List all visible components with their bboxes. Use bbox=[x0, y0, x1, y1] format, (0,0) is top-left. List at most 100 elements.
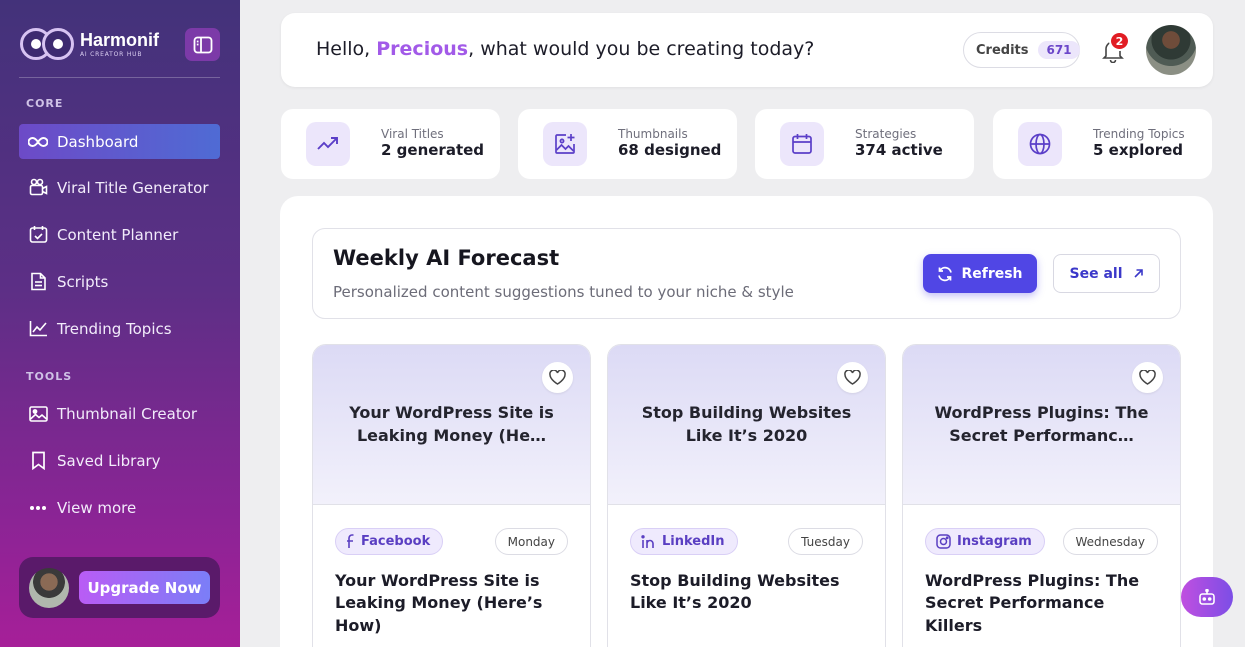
credits-label: Credits bbox=[976, 42, 1029, 58]
calendar-check-icon bbox=[28, 225, 48, 245]
sidebar-item-content-planner[interactable]: Content Planner bbox=[19, 217, 220, 252]
sidebar-item-label: Trending Topics bbox=[57, 319, 172, 338]
idea-title: WordPress Plugins: The Secret Performanc… bbox=[925, 571, 1140, 635]
see-all-button[interactable]: See all bbox=[1053, 254, 1160, 293]
bookmark-icon bbox=[28, 451, 48, 471]
sidebar-item-label: Content Planner bbox=[57, 225, 179, 244]
sidebar-item-label: Dashboard bbox=[57, 132, 139, 151]
sidebar-divider bbox=[19, 77, 220, 78]
sidebar-item-scripts[interactable]: Scripts bbox=[19, 264, 220, 299]
harmonif-logo-icon bbox=[20, 28, 74, 60]
image-plus-icon bbox=[543, 122, 587, 166]
stat-card-trending-topics[interactable]: Trending Topics 5 explored bbox=[993, 109, 1212, 179]
upgrade-now-button[interactable]: Upgrade Now bbox=[79, 571, 210, 604]
user-avatar[interactable] bbox=[1146, 25, 1196, 75]
platform-badge: LinkedIn bbox=[630, 528, 738, 555]
heart-icon bbox=[1139, 370, 1156, 385]
sidebar-item-thumbnail-creator[interactable]: Thumbnail Creator bbox=[19, 396, 220, 431]
stat-label: Thumbnails bbox=[618, 127, 688, 142]
stat-value: 374 active bbox=[855, 141, 943, 160]
forecast-panel: Weekly AI Forecast Personalized content … bbox=[280, 196, 1213, 647]
header: Hello, Precious, what would you be creat… bbox=[281, 13, 1213, 87]
idea-card-preview: WordPress Plugins: The Secret Performanc… bbox=[903, 345, 1180, 505]
upgrade-card: Upgrade Now bbox=[19, 557, 220, 618]
line-chart-icon bbox=[28, 319, 48, 339]
favorite-button[interactable] bbox=[1132, 362, 1163, 393]
greeting: Hello, Precious, what would you be creat… bbox=[316, 38, 815, 60]
see-all-label: See all bbox=[1069, 265, 1123, 282]
stat-value: 5 explored bbox=[1093, 141, 1183, 160]
sidebar: Harmonif AI CREATOR HUB CORE Dashboard V… bbox=[0, 0, 240, 647]
day-badge: Monday bbox=[494, 528, 568, 555]
stat-card-viral-titles[interactable]: Viral Titles 2 generated bbox=[281, 109, 500, 179]
idea-card[interactable]: Your WordPress Site is Leaking Money (He… bbox=[312, 344, 591, 647]
credits-pill[interactable]: Credits 671 bbox=[963, 32, 1080, 68]
user-name: Precious bbox=[376, 38, 469, 60]
sidebar-panel-icon bbox=[193, 36, 212, 53]
refresh-label: Refresh bbox=[961, 265, 1023, 282]
idea-card-preview: Stop Building Websites Like It’s 2020 bbox=[608, 345, 885, 505]
platform-badge: Instagram bbox=[925, 528, 1045, 555]
arrow-up-right-icon bbox=[1133, 268, 1144, 279]
brand-name: Harmonif bbox=[80, 29, 160, 50]
linkedin-icon bbox=[641, 534, 656, 549]
stat-value: 2 generated bbox=[381, 141, 485, 160]
forecast-subtitle: Personalized content suggestions tuned t… bbox=[333, 283, 794, 301]
sidebar-item-dashboard[interactable]: Dashboard bbox=[19, 124, 220, 159]
brand-tagline: AI CREATOR HUB bbox=[80, 50, 143, 58]
video-icon bbox=[28, 178, 48, 198]
platform-badge: Facebook bbox=[335, 528, 444, 555]
robot-icon bbox=[1199, 588, 1215, 605]
section-label-core: CORE bbox=[26, 97, 64, 110]
sidebar-item-label: Viral Title Generator bbox=[57, 178, 209, 197]
infinity-icon bbox=[28, 132, 48, 152]
document-icon bbox=[28, 272, 48, 292]
stat-value: 68 designed bbox=[618, 141, 722, 160]
stat-label: Trending Topics bbox=[1093, 127, 1185, 142]
sidebar-item-label: Thumbnail Creator bbox=[57, 404, 198, 423]
stat-card-strategies[interactable]: Strategies 374 active bbox=[755, 109, 974, 179]
idea-card[interactable]: Stop Building Websites Like It’s 2020 Li… bbox=[607, 344, 886, 647]
instagram-icon bbox=[936, 534, 951, 549]
day-badge: Tuesday bbox=[788, 528, 863, 555]
refresh-icon bbox=[937, 266, 953, 282]
idea-preview-title: Your WordPress Site is Leaking Money (He… bbox=[349, 403, 554, 446]
idea-card-preview: Your WordPress Site is Leaking Money (He… bbox=[313, 345, 590, 505]
favorite-button[interactable] bbox=[837, 362, 868, 393]
sidebar-item-viral-title-generator[interactable]: Viral Title Generator bbox=[19, 170, 220, 205]
notification-badge: 2 bbox=[1109, 31, 1130, 51]
image-icon bbox=[28, 404, 48, 424]
idea-card[interactable]: WordPress Plugins: The Secret Performanc… bbox=[902, 344, 1181, 647]
favorite-button[interactable] bbox=[542, 362, 573, 393]
sidebar-item-label: View more bbox=[57, 498, 137, 517]
heart-icon bbox=[844, 370, 861, 385]
day-badge: Wednesday bbox=[1062, 528, 1158, 555]
heart-icon bbox=[549, 370, 566, 385]
sidebar-item-label: Scripts bbox=[57, 272, 109, 291]
sidebar-item-label: Saved Library bbox=[57, 451, 161, 470]
refresh-button[interactable]: Refresh bbox=[923, 254, 1037, 293]
credits-count: 671 bbox=[1038, 41, 1080, 59]
forecast-header: Weekly AI Forecast Personalized content … bbox=[312, 228, 1181, 319]
stat-label: Viral Titles bbox=[381, 127, 444, 142]
section-label-tools: TOOLS bbox=[26, 370, 73, 383]
sidebar-item-saved-library[interactable]: Saved Library bbox=[19, 443, 220, 478]
forecast-title: Weekly AI Forecast bbox=[333, 246, 560, 270]
idea-preview-title: Stop Building Websites Like It’s 2020 bbox=[641, 403, 852, 446]
globe-icon bbox=[1018, 122, 1062, 166]
calendar-icon bbox=[780, 122, 824, 166]
sidebar-item-trending-topics[interactable]: Trending Topics bbox=[19, 311, 220, 346]
idea-preview-title: WordPress Plugins: The Secret Performanc… bbox=[934, 403, 1149, 446]
sidebar-toggle-button[interactable] bbox=[185, 28, 220, 61]
idea-title: Stop Building Websites Like It’s 2020 bbox=[630, 571, 840, 613]
stat-card-thumbnails[interactable]: Thumbnails 68 designed bbox=[518, 109, 737, 179]
avatar[interactable] bbox=[29, 567, 69, 608]
sidebar-item-view-more[interactable]: View more bbox=[19, 490, 220, 525]
idea-title: Your WordPress Site is Leaking Money (He… bbox=[335, 571, 543, 635]
trend-up-icon bbox=[306, 122, 350, 166]
stat-label: Strategies bbox=[855, 127, 917, 142]
ai-assistant-button[interactable] bbox=[1181, 577, 1233, 617]
facebook-icon bbox=[346, 534, 355, 549]
brand[interactable]: Harmonif AI CREATOR HUB bbox=[20, 28, 159, 60]
more-dots-icon bbox=[28, 498, 48, 518]
